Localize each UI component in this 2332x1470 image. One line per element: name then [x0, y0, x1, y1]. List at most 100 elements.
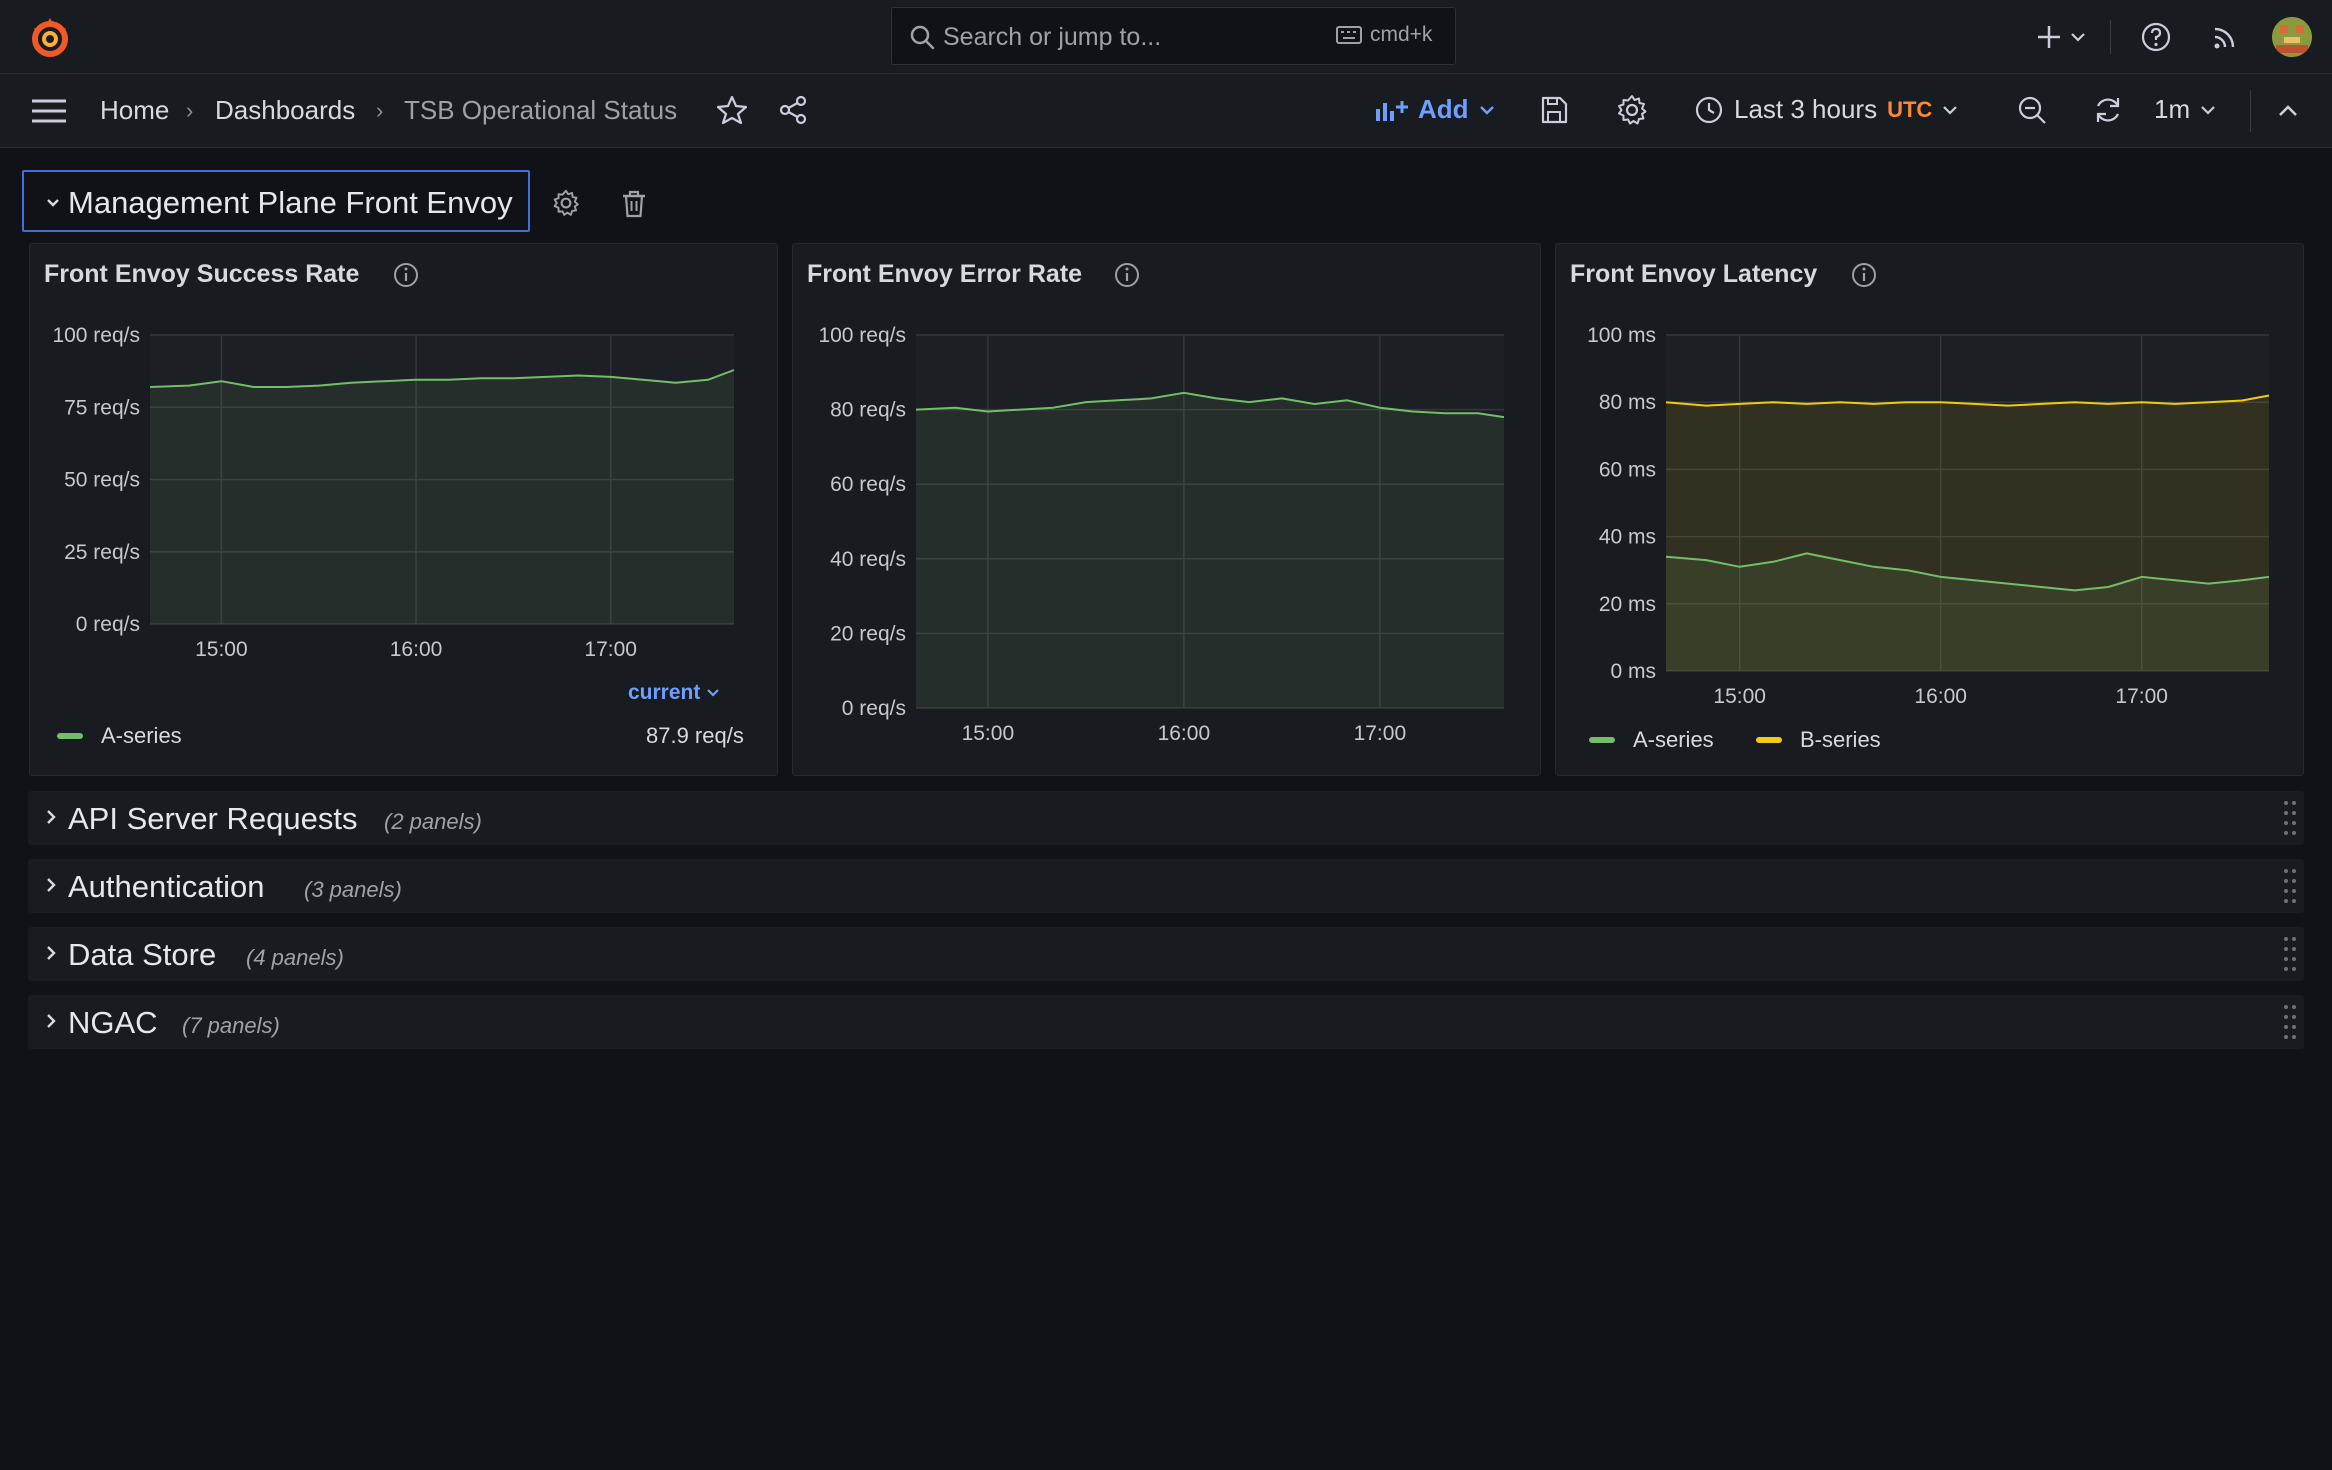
legend-item[interactable]: A-series: [57, 723, 182, 749]
row-panel-count: (2 panels): [384, 809, 482, 834]
divider: [2110, 20, 2111, 54]
menu-icon[interactable]: [30, 95, 68, 127]
legend-swatch: [57, 733, 83, 739]
legend-item[interactable]: B-series: [1756, 727, 1881, 753]
y-tick-label: 20 req/s: [830, 622, 906, 645]
row-panel-count: (7 panels): [182, 1013, 280, 1038]
dashboard-nav-bar: Home › Dashboards › TSB Operational Stat…: [0, 74, 2332, 148]
row-title: NGAC: [68, 1005, 158, 1040]
chevron-right-icon: [47, 1014, 56, 1028]
row-panel-count: (4 panels): [246, 945, 344, 970]
chevron-down-icon: [1479, 105, 1494, 115]
chevron-right-icon: [47, 946, 56, 960]
breadcrumb-separator: ›: [376, 98, 384, 123]
y-tick-label: 40 req/s: [830, 548, 906, 571]
row-title: Data Store: [68, 937, 217, 972]
news-feed-icon[interactable]: [2208, 20, 2242, 54]
legend-label: A-series: [101, 723, 182, 748]
collapsed-row-data-store[interactable]: Data Store (4 panels): [28, 927, 2304, 981]
drag-handle-icon[interactable]: [2282, 935, 2298, 973]
drag-handle-icon[interactable]: [2282, 867, 2298, 905]
star-icon[interactable]: [716, 94, 748, 126]
drag-handle-icon[interactable]: [2282, 799, 2298, 837]
divider: [2250, 90, 2251, 132]
top-bar: Search or jump to... cmd+k: [0, 0, 2332, 74]
search-placeholder: Search or jump to...: [943, 23, 1162, 51]
legend-label: B-series: [1800, 727, 1881, 752]
chart-success-rate[interactable]: 0 req/s 25 req/s 50 req/s 75 req/s 100 req/s…: [30, 244, 779, 694]
add-label: Add: [1418, 94, 1469, 124]
time-range-label: Last 3 hours: [1734, 94, 1878, 124]
add-button[interactable]: Add: [1374, 94, 1495, 125]
refresh-icon[interactable]: [2092, 94, 2124, 126]
search-icon: [910, 25, 935, 50]
chart-latency[interactable]: 0 ms 20 ms 40 ms 60 ms 80 ms 100 ms 15:00 16:00…: [1556, 244, 2305, 724]
y-tick-label: 80 ms: [1599, 391, 1656, 414]
share-icon[interactable]: [777, 94, 809, 126]
drag-handle-icon[interactable]: [2282, 1003, 2298, 1041]
y-tick-label: 80 req/s: [830, 399, 906, 422]
chevron-down-icon[interactable]: [2068, 22, 2088, 52]
collapsed-row-api-server-requests[interactable]: API Server Requests (2 panels): [28, 791, 2304, 845]
save-icon[interactable]: [1538, 94, 1570, 126]
breadcrumb-current: TSB Operational Status: [404, 95, 678, 125]
legend-header-label: current: [628, 681, 701, 704]
collapsed-row-authentication[interactable]: Authentication (3 panels): [28, 859, 2304, 913]
x-tick-label: 15:00: [1713, 685, 1766, 708]
breadcrumb-home[interactable]: Home: [100, 95, 169, 126]
chevron-right-icon: [47, 810, 56, 824]
search-shortcut: cmd+k: [1336, 23, 1432, 47]
row-settings-gear-icon[interactable]: [552, 189, 580, 217]
series-fill-A-series: [916, 392, 1504, 708]
chevron-right-icon: [47, 878, 56, 892]
shortcut-label: cmd+k: [1370, 23, 1433, 46]
add-panel-icon: [1376, 100, 1408, 121]
chevron-down-icon[interactable]: [44, 196, 62, 210]
panel-success-rate[interactable]: Front Envoy Success Rate 0 req/s 25 req/s…: [29, 243, 778, 776]
y-tick-label: 100 req/s: [818, 324, 906, 347]
x-tick-label: 16:00: [1158, 722, 1211, 745]
x-tick-label: 16:00: [1914, 685, 1967, 708]
panel-latency[interactable]: Front Envoy Latency 0 ms 20 ms 40 ms 60 ms 8…: [1555, 243, 2304, 776]
y-tick-label: 20 ms: [1599, 593, 1656, 616]
row-title: API Server Requests: [68, 801, 358, 836]
search-input[interactable]: Search or jump to... cmd+k: [891, 7, 1456, 65]
zoom-out-icon[interactable]: [2016, 94, 2048, 126]
breadcrumb-dashboards[interactable]: Dashboards: [215, 95, 355, 126]
refresh-interval-picker[interactable]: 1m: [2154, 94, 2216, 125]
legend-swatch: [1589, 737, 1615, 743]
x-tick-label: 15:00: [962, 722, 1015, 745]
legend-label: A-series: [1633, 727, 1714, 752]
plus-icon[interactable]: [2032, 20, 2066, 54]
y-tick-label: 40 ms: [1599, 526, 1656, 549]
y-tick-label: 100 ms: [1587, 324, 1656, 347]
time-range-picker[interactable]: Last 3 hours UTC: [1694, 94, 1958, 125]
x-tick-label: 15:00: [195, 638, 248, 661]
chevron-down-icon: [1943, 105, 1958, 115]
help-icon[interactable]: [2139, 20, 2173, 54]
chevron-down-icon: [2201, 105, 2215, 115]
y-tick-label: 0 req/s: [842, 697, 906, 720]
settings-gear-icon[interactable]: [1616, 94, 1648, 126]
trash-icon[interactable]: [620, 189, 648, 219]
legend-sort-header[interactable]: current: [628, 681, 720, 705]
row-title[interactable]: Management Plane Front Envoy: [68, 185, 513, 221]
y-tick-label: 100 req/s: [52, 324, 140, 347]
x-tick-label: 17:00: [2115, 685, 2168, 708]
panel-error-rate[interactable]: Front Envoy Error Rate 0 req/s 20 req/s 40…: [792, 243, 1541, 776]
y-tick-label: 0 req/s: [76, 613, 140, 636]
grafana-logo-icon[interactable]: [26, 14, 74, 62]
clock-icon: [1695, 96, 1723, 123]
keyboard-icon: [1336, 26, 1362, 44]
y-tick-label: 75 req/s: [64, 396, 140, 419]
y-tick-label: 0 ms: [1610, 660, 1656, 683]
y-tick-label: 50 req/s: [64, 469, 140, 492]
row-title: Authentication: [68, 869, 265, 904]
user-avatar[interactable]: [2272, 17, 2312, 57]
y-tick-label: 25 req/s: [64, 541, 140, 564]
refresh-interval-label: 1m: [2154, 94, 2191, 124]
chevron-up-icon[interactable]: [2276, 100, 2300, 122]
collapsed-row-ngac[interactable]: NGAC (7 panels): [28, 995, 2304, 1049]
legend-item[interactable]: A-series: [1589, 727, 1714, 753]
chart-error-rate[interactable]: 0 req/s 20 req/s 40 req/s 60 req/s 80 req/s 1…: [793, 244, 1542, 764]
